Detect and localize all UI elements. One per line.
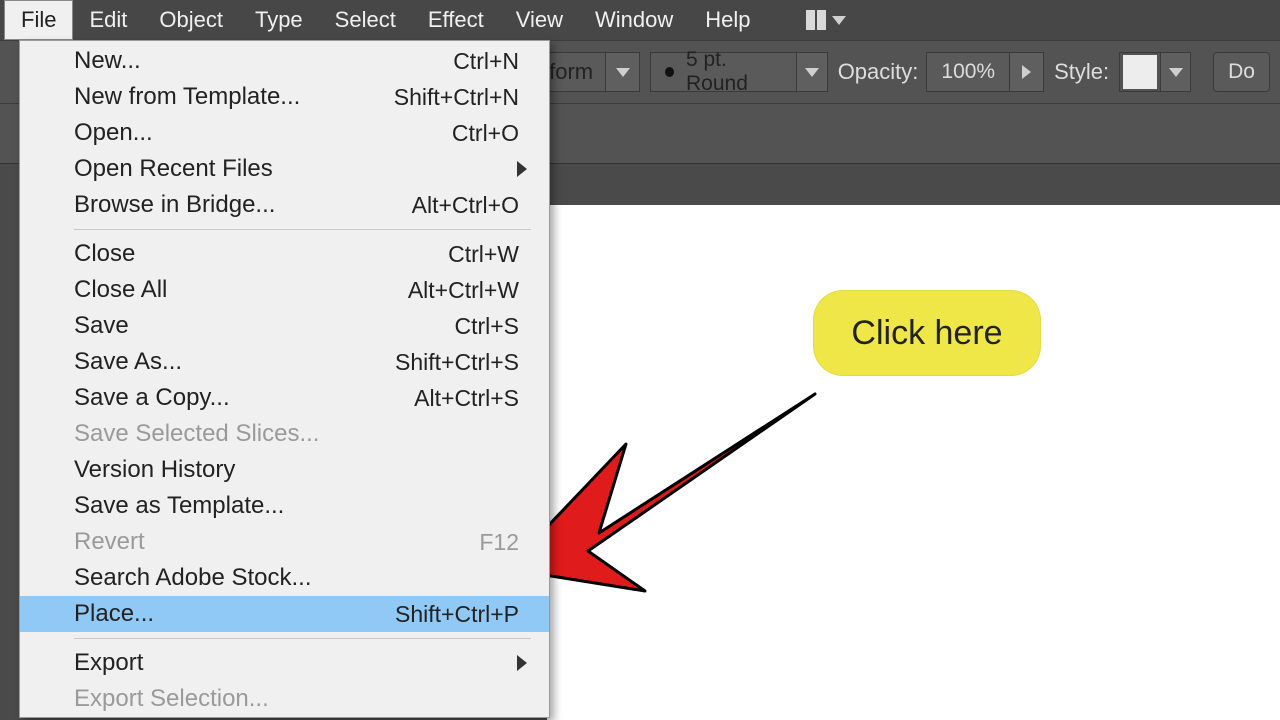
menu-edit[interactable]: Edit	[73, 1, 143, 39]
menu-item-label: Export Selection...	[74, 685, 269, 713]
menu-item-label: Search Adobe Stock...	[74, 564, 311, 592]
menu-separator	[74, 229, 531, 230]
menu-item-label: Revert	[74, 528, 145, 556]
menu-item-save[interactable]: Save Ctrl+S	[20, 308, 549, 344]
menu-item-shortcut: Alt+Ctrl+S	[414, 385, 519, 412]
chevron-down-icon	[616, 68, 630, 77]
menu-window[interactable]: Window	[579, 1, 689, 39]
submenu-arrow-icon	[517, 655, 527, 671]
submenu-arrow-icon	[517, 161, 527, 177]
menu-item-label: Close	[74, 240, 135, 268]
menu-type[interactable]: Type	[239, 1, 319, 39]
opacity-value-field[interactable]: 100%	[926, 52, 1010, 92]
menu-item-label: Version History	[74, 456, 235, 484]
menu-item-version-history[interactable]: Version History	[20, 452, 549, 488]
callout-bubble: Click here	[813, 290, 1041, 376]
menu-effect[interactable]: Effect	[412, 1, 500, 39]
menu-item-open[interactable]: Open... Ctrl+O	[20, 115, 549, 151]
file-menu-dropdown: New... Ctrl+N New from Template... Shift+Ct…	[19, 40, 550, 718]
menu-bar: File Edit Object Type Select Effect View…	[0, 0, 1280, 40]
menu-item-export[interactable]: Export	[20, 645, 549, 681]
menu-item-close-all[interactable]: Close All Alt+Ctrl+W	[20, 272, 549, 308]
menu-item-label: Open Recent Files	[74, 155, 273, 183]
menu-item-shortcut: Ctrl+N	[453, 48, 519, 75]
menu-item-save-as[interactable]: Save As... Shift+Ctrl+S	[20, 344, 549, 380]
style-swatch[interactable]	[1123, 55, 1157, 89]
menu-item-new-from-template[interactable]: New from Template... Shift+Ctrl+N	[20, 79, 549, 115]
arrow-annotation	[505, 391, 825, 601]
menu-item-shortcut: Ctrl+O	[452, 120, 519, 147]
menu-item-save-a-copy[interactable]: Save a Copy... Alt+Ctrl+S	[20, 380, 549, 416]
menu-separator	[74, 638, 531, 639]
menu-item-open-recent-files[interactable]: Open Recent Files	[20, 151, 549, 187]
menu-item-label: Save a Copy...	[74, 384, 230, 412]
opacity-more-button[interactable]	[1010, 52, 1044, 92]
chevron-down-icon	[1169, 68, 1183, 77]
menu-item-label: New...	[74, 47, 141, 75]
menu-item-shortcut: Ctrl+S	[454, 313, 519, 340]
menu-item-save-selected-slices: Save Selected Slices...	[20, 416, 549, 452]
menu-item-label: Place...	[74, 600, 154, 628]
menu-item-label: Export	[74, 649, 143, 677]
workspace-switcher[interactable]	[798, 6, 854, 34]
menu-item-close[interactable]: Close Ctrl+W	[20, 236, 549, 272]
menu-item-shortcut: Ctrl+W	[448, 241, 519, 268]
menu-item-shortcut: F12	[479, 529, 519, 556]
menu-item-label: Close All	[74, 276, 167, 304]
menu-item-search-adobe-stock[interactable]: Search Adobe Stock...	[20, 560, 549, 596]
menu-help[interactable]: Help	[689, 1, 766, 39]
menu-item-shortcut: Shift+Ctrl+P	[395, 601, 519, 628]
menu-item-label: Browse in Bridge...	[74, 191, 275, 219]
chevron-down-icon	[832, 16, 846, 25]
style-dropdown[interactable]	[1160, 53, 1190, 91]
menu-item-shortcut: Shift+Ctrl+N	[394, 84, 519, 111]
menu-item-save-as-template[interactable]: Save as Template...	[20, 488, 549, 524]
menu-item-label: Open...	[74, 119, 153, 147]
style-label: Style:	[1054, 59, 1109, 85]
opacity-label: Opacity:	[838, 59, 919, 85]
menu-item-new[interactable]: New... Ctrl+N	[20, 43, 549, 79]
workspace-icon	[806, 10, 826, 30]
menu-item-label: Save as Template...	[74, 492, 284, 520]
brush-definition-dropdown[interactable]: 5 pt. Round	[650, 52, 828, 92]
menu-item-shortcut: Alt+Ctrl+O	[412, 192, 519, 219]
menu-item-export-selection: Export Selection...	[20, 681, 549, 717]
brush-definition-label: 5 pt. Round	[686, 48, 782, 96]
chevron-down-icon	[805, 68, 819, 77]
menu-item-label: Save	[74, 312, 129, 340]
document-setup-button[interactable]: Do	[1213, 52, 1270, 92]
menu-item-label: New from Template...	[74, 83, 300, 111]
brush-dot-icon	[665, 67, 674, 77]
menu-view[interactable]: View	[500, 1, 579, 39]
menu-object[interactable]: Object	[143, 1, 239, 39]
menu-item-shortcut: Shift+Ctrl+S	[395, 349, 519, 376]
menu-item-browse-in-bridge[interactable]: Browse in Bridge... Alt+Ctrl+O	[20, 187, 549, 223]
chevron-right-icon	[1022, 65, 1031, 79]
menu-item-label: Save Selected Slices...	[74, 420, 319, 448]
menu-select[interactable]: Select	[319, 1, 412, 39]
menu-file[interactable]: File	[4, 0, 73, 40]
menu-item-place[interactable]: Place... Shift+Ctrl+P	[20, 596, 549, 632]
menu-item-label: Save As...	[74, 348, 182, 376]
callout-text: Click here	[851, 314, 1002, 353]
menu-item-revert: Revert F12	[20, 524, 549, 560]
menu-item-shortcut: Alt+Ctrl+W	[408, 277, 519, 304]
